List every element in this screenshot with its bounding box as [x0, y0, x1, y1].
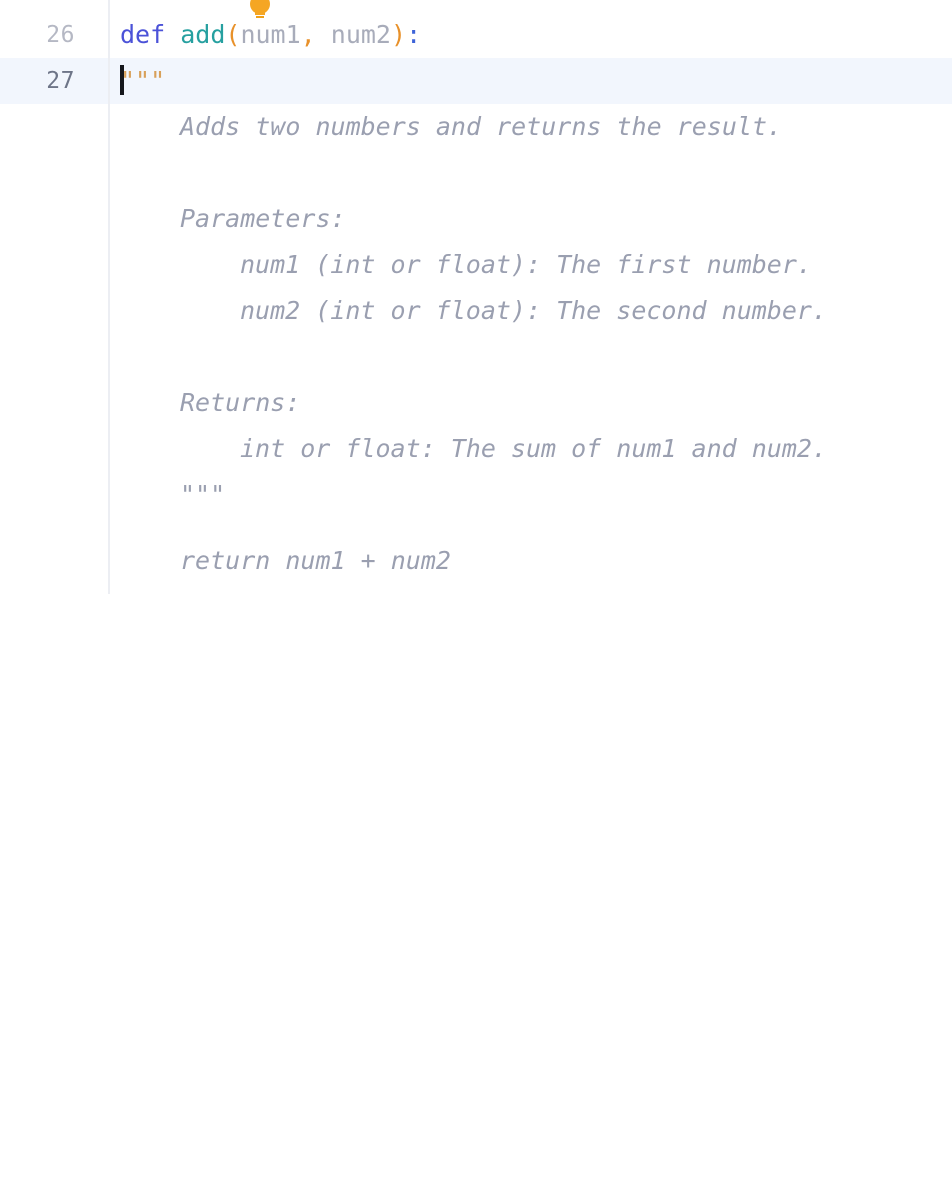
- token-space-2: [316, 20, 331, 49]
- token-function-name: add: [180, 20, 226, 49]
- token-colon: :: [406, 20, 422, 49]
- docstring-line-param-num1[interactable]: num1 (int or float): The first number.: [110, 242, 952, 288]
- docstring-line-param-num2[interactable]: num2 (int or float): The second number.: [110, 288, 952, 334]
- code-editor[interactable]: 26 27 def add(num1, num2): """ Adds two …: [0, 0, 952, 594]
- docstring-line-returns-heading[interactable]: Returns:: [110, 380, 952, 426]
- code-content[interactable]: def add(num1, num2): """ Adds two number…: [110, 0, 952, 594]
- code-line-26[interactable]: def add(num1, num2):: [110, 12, 952, 58]
- token-paren-close: ): [391, 20, 407, 49]
- token-param-num1: num1: [240, 20, 301, 49]
- code-line-return-statement[interactable]: return num1 + num2: [110, 538, 952, 584]
- token-paren-open: (: [225, 20, 241, 49]
- docstring-line-parameters-heading[interactable]: Parameters:: [110, 196, 952, 242]
- editor-gutter: 26 27: [0, 0, 110, 594]
- token-docstring-open-quotes: """: [120, 66, 166, 95]
- lightbulb-icon[interactable]: [247, 0, 273, 22]
- token-keyword-def: def: [120, 20, 166, 49]
- line-number-27[interactable]: 27: [0, 58, 108, 104]
- docstring-line-blank-2[interactable]: [110, 334, 952, 380]
- docstring-line-blank-1[interactable]: [110, 150, 952, 196]
- line-number-26[interactable]: 26: [0, 12, 108, 58]
- docstring-line-summary[interactable]: Adds two numbers and returns the result.: [110, 104, 952, 150]
- docstring-line-returns-value[interactable]: int or float: The sum of num1 and num2.: [110, 426, 952, 472]
- token-comma: ,: [300, 20, 316, 49]
- token-param-num2: num2: [330, 20, 391, 49]
- code-line-27[interactable]: """: [110, 58, 952, 104]
- token-space-1: [165, 20, 180, 49]
